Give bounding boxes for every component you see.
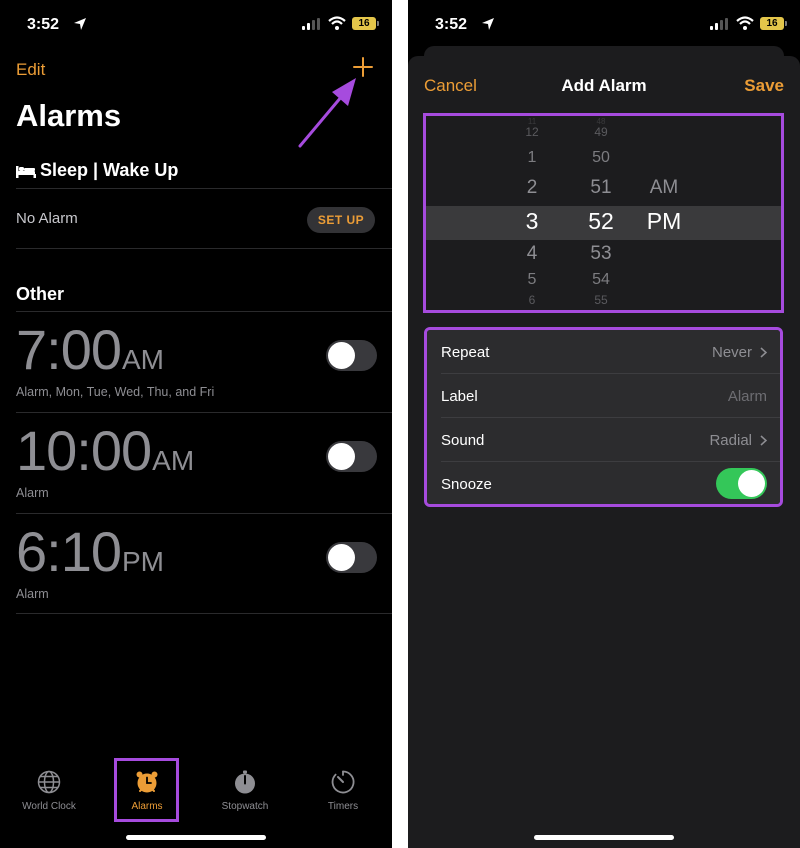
location-arrow-icon (482, 18, 494, 30)
status-time: 3:52 (27, 16, 60, 33)
picker-hour[interactable]: 1 (512, 150, 552, 166)
alarm-time: 7:00AM (16, 318, 164, 381)
divider (16, 311, 392, 312)
divider (16, 412, 392, 413)
alarm-toggle[interactable] (326, 340, 377, 371)
bed-icon (16, 165, 36, 178)
picker-minute-selected[interactable]: 52 (576, 210, 626, 233)
picker-minute[interactable]: 53 (576, 244, 626, 263)
sleep-alarm-status: No Alarm (16, 210, 78, 227)
repeat-label: Repeat (441, 344, 490, 361)
repeat-row[interactable]: Repeat Never (427, 330, 780, 374)
sleep-wake-header: Sleep | Wake Up (16, 160, 178, 181)
picker-hour[interactable]: 4 (512, 244, 552, 263)
picker-hour[interactable]: 2 (512, 178, 552, 197)
tab-highlight-box (114, 758, 179, 822)
divider (16, 248, 392, 249)
section-header-other: Other (16, 284, 65, 304)
status-time: 3:52 (435, 16, 468, 33)
timer-icon (331, 770, 355, 794)
sound-label: Sound (441, 432, 485, 449)
tab-timers[interactable]: Timers (294, 758, 392, 824)
cellular-signal-icon (302, 18, 320, 30)
add-alarm-sheet: Cancel Add Alarm Save 11 12 1 2 3 4 5 6 … (408, 56, 800, 848)
picker-period-selected[interactable]: PM (636, 210, 692, 233)
alarm-label: Alarm, Mon, Tue, Wed, Thu, and Fri (16, 385, 215, 399)
home-indicator (534, 835, 674, 840)
home-indicator (126, 835, 266, 840)
cellular-signal-icon (710, 18, 728, 30)
repeat-value: Never (711, 344, 752, 361)
battery-icon: 16 (352, 17, 379, 30)
sound-value: Radial (709, 432, 752, 449)
chevron-right-icon (760, 347, 767, 358)
tab-stopwatch[interactable]: Stopwatch (196, 758, 294, 824)
alarm-toggle[interactable] (326, 542, 377, 573)
sheet-title: Add Alarm (561, 76, 647, 95)
status-bar: 3:52 16 (408, 0, 800, 50)
divider (16, 188, 392, 189)
globe-icon (37, 770, 61, 794)
alarm-settings-list: Repeat Never Label Alarm Sound Radial Sn… (424, 327, 783, 507)
edit-button[interactable]: Edit (16, 60, 45, 80)
stopwatch-icon (235, 770, 255, 794)
add-alarm-screen: 3:52 16 Cancel Add Alarm Save 11 12 1 2 … (408, 0, 800, 848)
snooze-row: Snooze (427, 462, 780, 506)
sound-row[interactable]: Sound Radial (427, 418, 780, 462)
sleep-wake-label: Sleep | Wake Up (40, 160, 179, 180)
label-row[interactable]: Label Alarm (427, 374, 780, 418)
divider (16, 513, 392, 514)
alarm-row[interactable]: 6:10PM Alarm (16, 524, 392, 624)
save-button[interactable]: Save (744, 76, 784, 96)
wifi-icon (736, 16, 754, 30)
annotation-arrow-icon (298, 78, 356, 148)
picker-minute[interactable]: 55 (576, 294, 626, 306)
picker-hour[interactable]: 6 (512, 294, 552, 306)
alarm-label: Alarm (16, 587, 49, 601)
tab-bar: World Clock Alarms Stopwatch Timers (0, 758, 392, 824)
alarm-row[interactable]: 7:00AM Alarm, Mon, Tue, Wed, Thu, and Fr… (16, 322, 392, 422)
label-label: Label (441, 388, 478, 405)
picker-minute[interactable]: 50 (576, 150, 626, 166)
picker-hour-selected[interactable]: 3 (512, 210, 552, 233)
status-bar: 3:52 16 (0, 0, 392, 50)
picker-period[interactable]: AM (636, 178, 692, 197)
alarm-toggle[interactable] (326, 441, 377, 472)
setup-button[interactable]: SET UP (307, 207, 375, 233)
alarms-screen: 3:52 16 Edit Alarms Sleep | Wake Up No A… (0, 0, 392, 848)
battery-icon: 16 (760, 17, 787, 30)
chevron-right-icon (760, 435, 767, 446)
picker-minute[interactable]: 51 (576, 178, 626, 197)
alarm-label: Alarm (16, 486, 49, 500)
divider (16, 613, 392, 614)
time-picker[interactable]: 11 12 1 2 3 4 5 6 48 49 50 51 52 53 54 5… (423, 113, 784, 313)
tab-world-clock[interactable]: World Clock (0, 758, 98, 824)
picker-minute[interactable]: 54 (576, 272, 626, 288)
page-title: Alarms (16, 98, 122, 133)
location-arrow-icon (74, 18, 86, 30)
picker-hour[interactable]: 12 (512, 126, 552, 138)
snooze-toggle[interactable] (716, 468, 767, 499)
snooze-label: Snooze (441, 476, 492, 493)
picker-hour[interactable]: 5 (512, 272, 552, 288)
picker-minute[interactable]: 49 (576, 126, 626, 138)
alarm-time: 6:10PM (16, 520, 164, 583)
wifi-icon (328, 16, 346, 30)
alarm-row[interactable]: 10:00AM Alarm (16, 423, 392, 523)
label-input[interactable]: Alarm (728, 388, 767, 405)
alarm-time: 10:00AM (16, 419, 195, 482)
